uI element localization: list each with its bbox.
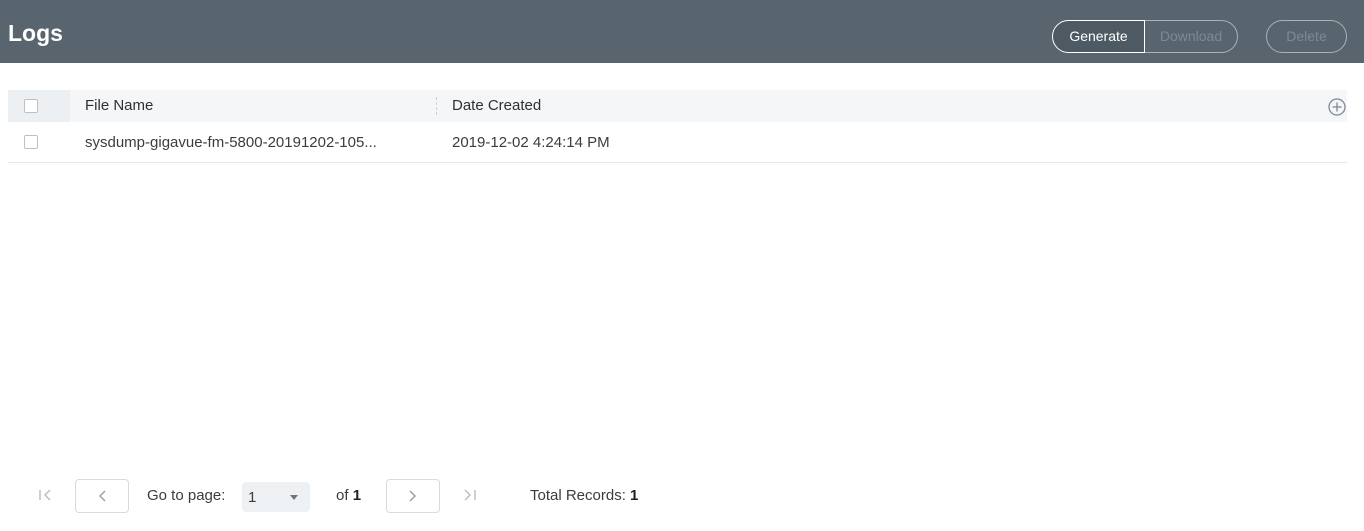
pagination: Go to page: 1 of 1 Total Records: 1 [0, 476, 700, 514]
select-column-header [8, 90, 70, 122]
select-all-checkbox[interactable] [24, 99, 38, 113]
page-title: Logs [8, 20, 63, 46]
column-header-file-name[interactable]: File Name [85, 90, 153, 122]
table-header: File Name Date Created [8, 90, 1347, 122]
chevron-right-icon [409, 490, 417, 502]
total-records-label: Total Records: [530, 487, 626, 504]
row-checkbox[interactable] [24, 135, 38, 149]
generate-button[interactable]: Generate [1052, 20, 1145, 53]
page-select[interactable]: 1 [242, 482, 310, 512]
file-name-cell[interactable]: sysdump-gigavue-fm-5800-20191202-105... [85, 122, 377, 163]
total-pages-value: 1 [352, 487, 362, 504]
previous-page-button[interactable] [75, 479, 129, 513]
delete-button[interactable]: Delete [1266, 20, 1347, 53]
total-records: Total Records: 1 [530, 476, 638, 516]
chevron-left-icon [98, 490, 106, 502]
column-divider[interactable] [436, 97, 437, 115]
table-row[interactable]: sysdump-gigavue-fm-5800-20191202-105... … [8, 122, 1347, 163]
of-label: of [336, 487, 349, 504]
caret-down-icon [290, 495, 298, 500]
total-pages: of 1 [336, 476, 361, 516]
next-page-button[interactable] [386, 479, 440, 513]
download-button[interactable]: Download [1145, 20, 1238, 53]
last-page-icon[interactable] [458, 485, 480, 505]
page-header: Logs Generate Download Delete [0, 0, 1364, 63]
column-header-date-created[interactable]: Date Created [452, 90, 541, 122]
add-column-icon[interactable] [1328, 98, 1346, 116]
go-to-page-label: Go to page: [147, 487, 226, 504]
date-created-cell: 2019-12-02 4:24:14 PM [452, 134, 610, 151]
logs-table: File Name Date Created sysdump-gigavue-f… [8, 90, 1347, 163]
total-records-value: 1 [630, 487, 639, 504]
page-select-value: 1 [248, 489, 257, 506]
first-page-icon[interactable] [35, 485, 57, 505]
action-button-group: Generate Download [1052, 20, 1238, 53]
